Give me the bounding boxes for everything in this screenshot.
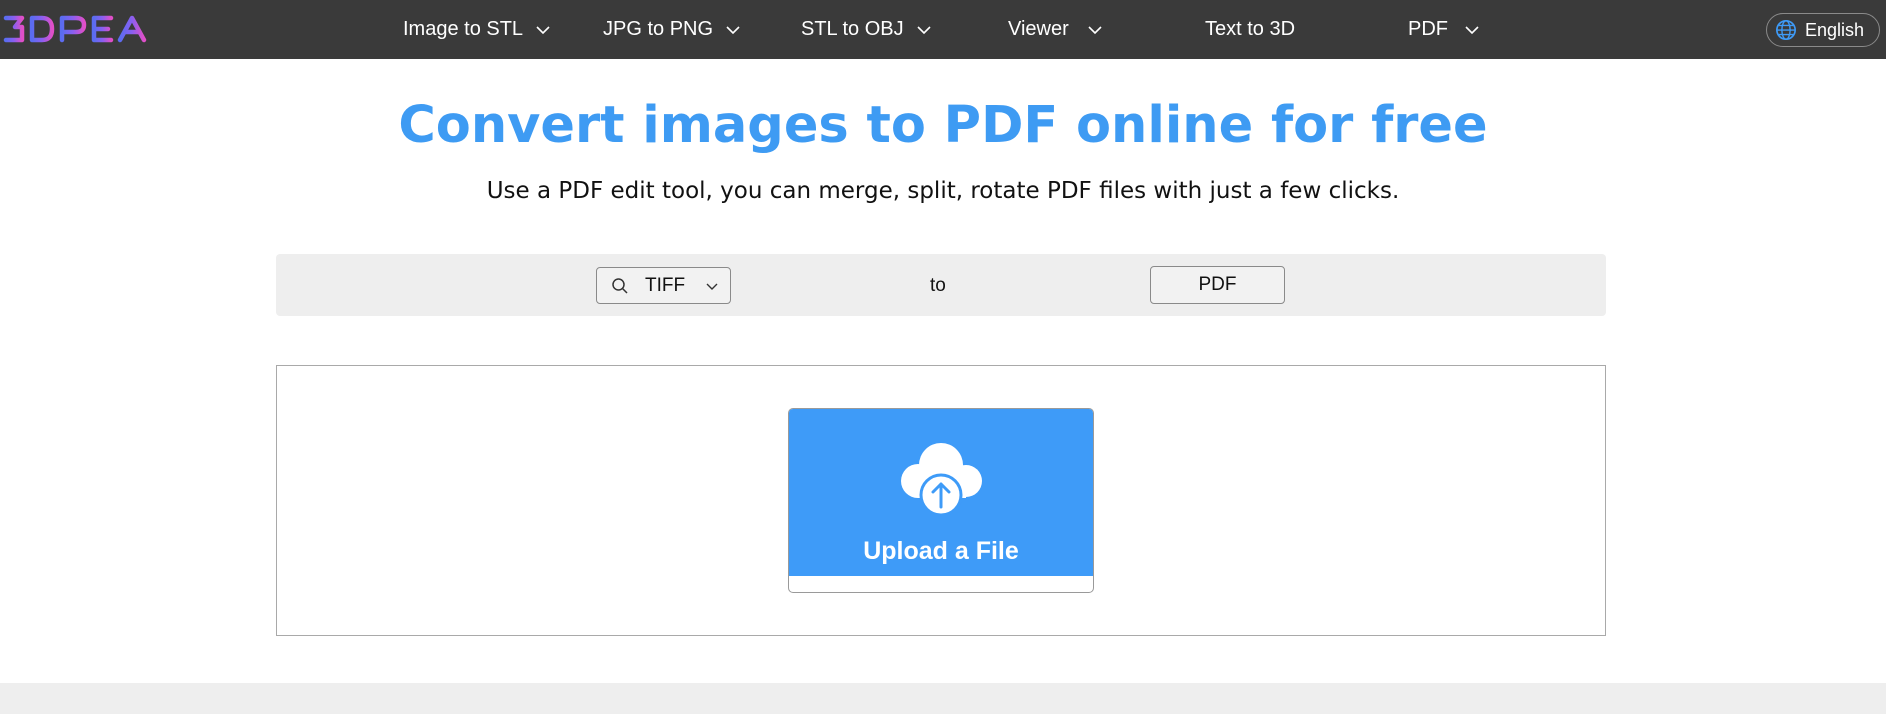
chevron-down-icon (1088, 25, 1102, 34)
nav-viewer[interactable]: Viewer (1008, 0, 1103, 59)
nav-text-to-3d[interactable]: Text to 3D (1205, 0, 1295, 59)
nav-image-to-stl[interactable]: Image to STL (403, 0, 551, 59)
nav-pdf[interactable]: PDF (1408, 0, 1480, 59)
page-title: Convert images to PDF online for free (398, 96, 1488, 155)
language-selector[interactable]: English (1766, 13, 1880, 47)
chevron-down-icon (1465, 25, 1479, 34)
cloud-upload-icon (901, 443, 982, 517)
nav-label: PDF (1408, 18, 1448, 40)
nav-label: Image to STL (403, 18, 524, 40)
to-label: to (930, 275, 946, 296)
target-format-button[interactable]: PDF (1150, 266, 1285, 304)
upload-button-face: Upload a File (789, 409, 1093, 576)
chevron-down-icon (726, 25, 740, 34)
globe-icon (1776, 20, 1796, 40)
nav-label: Text to 3D (1205, 18, 1296, 40)
top-navigation-bar: Image to STL JPG to PNG STL to OBJ Viewe… (0, 0, 1886, 59)
search-icon (612, 277, 628, 294)
nav-label: JPG to PNG (603, 18, 714, 40)
chevron-down-icon (917, 25, 931, 34)
source-format-value: TIFF (645, 274, 686, 296)
nav-stl-to-obj[interactable]: STL to OBJ (801, 0, 932, 59)
nav-label: Viewer (1008, 18, 1069, 40)
chevron-down-icon (536, 25, 550, 34)
footer-band (0, 683, 1886, 714)
language-label: English (1805, 19, 1865, 40)
nav-label: STL to OBJ (801, 18, 904, 40)
target-format-value: PDF (1198, 274, 1237, 295)
page-subtitle: Use a PDF edit tool, you can merge, spli… (486, 178, 1400, 204)
3dpea-logo[interactable] (2, 12, 152, 46)
nav-jpg-to-png[interactable]: JPG to PNG (603, 0, 741, 59)
upload-button-label: Upload a File (863, 537, 1019, 565)
chevron-down-icon (706, 283, 718, 290)
source-format-select[interactable]: TIFF (596, 267, 731, 304)
upload-file-button[interactable]: Upload a File (788, 408, 1094, 593)
